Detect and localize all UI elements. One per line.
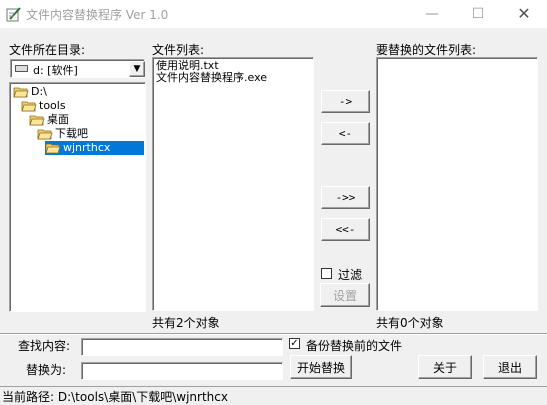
find-input[interactable] [81,338,283,356]
tree-item[interactable]: tools [21,99,66,113]
filter-label: 过滤 [338,268,363,282]
folder-open-icon [29,115,45,126]
tree-item[interactable]: 桌面 [29,113,69,127]
drive-value: d: [软件] [33,64,78,77]
app-icon [6,7,21,22]
tree-item-label: wjnrthcx [63,141,111,154]
tree-item[interactable]: 下载吧 [37,127,88,141]
folder-open-icon [37,129,53,140]
tree-item[interactable]: wjnrthcx [45,141,144,155]
status-bar: 当前路径: D:\tools\桌面\下载吧\wjnrthcx [0,386,547,404]
divider [0,333,547,335]
tree-item-label: D:\ [31,85,47,98]
exit-button[interactable]: 退出 [483,355,537,379]
add-file-button[interactable]: -> [321,90,370,113]
replace-file-list[interactable] [376,57,538,311]
remove-file-button[interactable]: <- [321,122,370,145]
replace-input[interactable] [81,362,283,380]
window-title: 文件内容替换程序 Ver 1.0 [26,8,169,22]
add-all-button[interactable]: ->> [321,186,370,209]
maximize-button[interactable]: ☐ [455,0,501,28]
folder-open-icon [13,87,29,98]
folder-open-icon [45,143,61,154]
chevron-down-icon[interactable]: ▼ [129,61,145,77]
settings-button[interactable]: 设置 [320,283,370,307]
backup-checkbox[interactable]: ✓ [289,338,300,349]
minimize-button[interactable]: — [409,0,455,28]
folder-open-icon [21,101,37,112]
title-bar[interactable]: 文件内容替换程序 Ver 1.0 — ☐ ✕ [0,0,547,28]
directory-tree[interactable]: D:\ tools 桌面 下载吧 wjnrthcx [9,82,146,312]
tree-item[interactable]: D:\ [13,85,47,99]
close-button[interactable]: ✕ [501,0,547,28]
current-path: 当前路径: D:\tools\桌面\下载吧\wjnrthcx [2,390,228,404]
start-replace-button[interactable]: 开始替换 [290,355,352,379]
replace-list-label: 要替换的文件列表: [376,43,477,57]
backup-label: 备份替换前的文件 [306,339,403,353]
list-item[interactable]: 文件内容替换程序.exe [156,72,267,84]
tree-item-label: 下载吧 [55,127,88,140]
tree-item-label: 桌面 [47,113,69,126]
find-label: 查找内容: [18,339,71,353]
filter-checkbox[interactable] [321,268,332,279]
directory-label: 文件所在目录: [9,43,86,57]
drive-icon [15,65,28,72]
file-list[interactable]: 使用说明.txt 文件内容替换程序.exe [152,57,314,311]
drive-select[interactable]: d: [软件] ▼ [10,59,145,78]
replace-count: 共有0个对象 [376,316,444,330]
tree-item-label: tools [39,99,66,112]
file-count: 共有2个对象 [152,316,220,330]
replace-label: 替换为: [26,363,67,377]
file-list-label: 文件列表: [152,43,205,57]
remove-all-button[interactable]: <<- [321,218,370,241]
about-button[interactable]: 关于 [418,355,472,379]
